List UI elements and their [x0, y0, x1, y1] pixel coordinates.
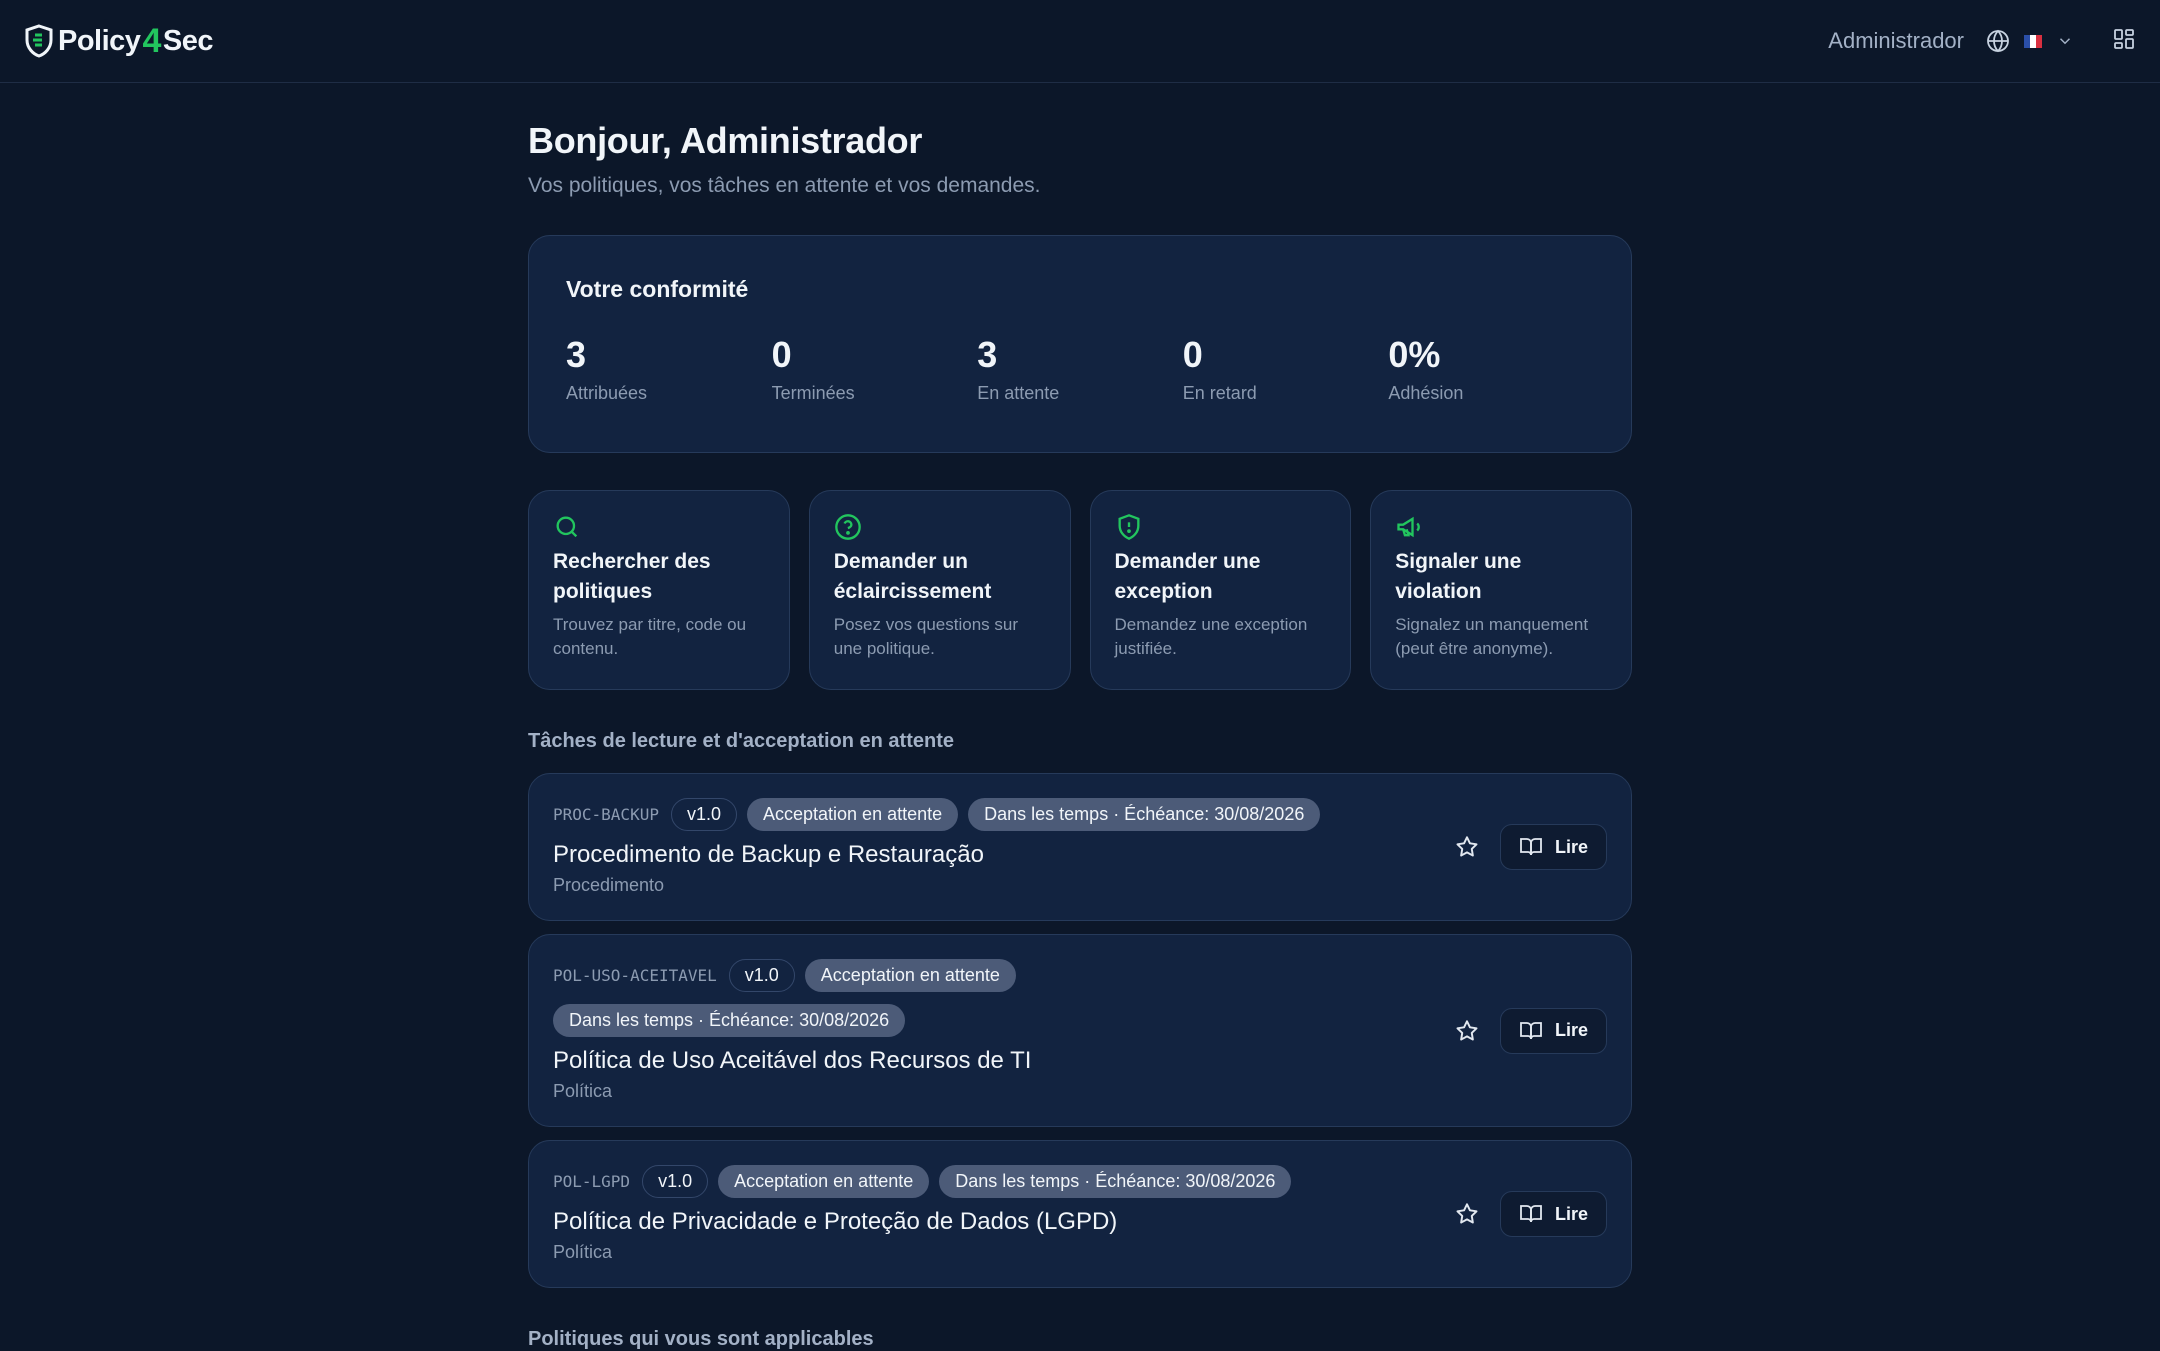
top-bar: Policy 4 Sec Administrador: [0, 0, 2160, 83]
logo-text-4: 4: [142, 21, 161, 60]
stat-label: Adhésion: [1388, 383, 1464, 403]
task-card: POL-LGPD v1.0 Acceptation en attente Dan…: [528, 1140, 1632, 1288]
pending-tasks-title: Tâches de lecture et d'acceptation en at…: [528, 730, 954, 752]
stat-value: 0: [1182, 334, 1203, 375]
help-circle-icon: [834, 514, 861, 540]
stat-label: Attribuées: [566, 383, 648, 403]
task-title[interactable]: Política de Uso Aceitável dos Recursos d…: [553, 1047, 1031, 1075]
action-description: Demandez une exception justifiée.: [1114, 615, 1308, 658]
action-description: Trouvez par titre, code ou contenu.: [553, 615, 747, 658]
task-card: PROC-BACKUP v1.0 Acceptation en attente …: [528, 773, 1632, 921]
language-selector[interactable]: [1986, 29, 2074, 53]
user-name[interactable]: Administrador: [1828, 28, 1964, 54]
action-title: Signaler une violation: [1395, 550, 1522, 603]
status-badge: Acceptation en attente: [747, 798, 959, 831]
book-open-icon: [1520, 838, 1542, 856]
task-title[interactable]: Procedimento de Backup e Restauração: [553, 841, 1320, 869]
shield-logo-icon: [25, 24, 53, 58]
action-request-exception[interactable]: Demander une exception Demandez une exce…: [1089, 490, 1352, 690]
read-button[interactable]: Lire: [1499, 1191, 1607, 1237]
apps-grid-icon[interactable]: [2112, 27, 2136, 56]
megaphone-icon: [1397, 516, 1421, 538]
action-title: Demander un éclaircissement: [833, 550, 992, 603]
action-title: Demander une exception: [1114, 550, 1261, 603]
stat-label: Terminées: [771, 383, 855, 403]
read-button[interactable]: Lire: [1499, 824, 1607, 870]
compliance-title: Votre conformité: [566, 276, 749, 302]
task-type: Procedimento: [553, 875, 665, 895]
stat-label: En retard: [1182, 383, 1257, 403]
status-badge: Acceptation en attente: [718, 1165, 930, 1198]
logo-text-sec: Sec: [162, 24, 214, 57]
stat-pending: 3 En attente: [977, 337, 1183, 404]
read-button-label: Lire: [1554, 1020, 1588, 1040]
search-icon: [556, 516, 578, 538]
read-button[interactable]: Lire: [1499, 1007, 1607, 1054]
version-badge: v1.0: [642, 1165, 709, 1198]
page-subtitle: Vos politiques, vos tâches en attente et…: [528, 174, 1041, 197]
action-report-violation[interactable]: Signaler une violation Signalez un manqu…: [1370, 490, 1632, 690]
action-description: Posez vos questions sur une politique.: [833, 615, 1019, 658]
policy-code: POL-USO-ACEITAVEL: [553, 966, 717, 985]
action-request-clarification[interactable]: Demander un éclaircissement Posez vos qu…: [808, 490, 1071, 690]
book-open-icon: [1520, 1205, 1542, 1223]
read-button-label: Lire: [1554, 1203, 1588, 1224]
compliance-stats: 3 Attribuées 0 Terminées 3 En attente 0 …: [566, 337, 1594, 404]
version-badge: v1.0: [728, 959, 795, 992]
deadline-badge: Dans les temps · Échéance: 30/08/2026: [939, 1165, 1292, 1198]
action-description: Signalez un manquement (peut être anonym…: [1395, 615, 1589, 658]
version-badge: v1.0: [670, 798, 737, 831]
stat-value: 3: [977, 334, 998, 375]
action-title: Rechercher des politiques: [553, 550, 711, 603]
stat-value: 0: [771, 334, 792, 375]
favorite-star-icon[interactable]: [1454, 1018, 1480, 1044]
stat-overdue: 0 En retard: [1183, 337, 1389, 404]
stat-assigned: 3 Attribuées: [566, 337, 772, 404]
book-open-icon: [1520, 1021, 1542, 1039]
logo-text-policy: Policy: [58, 24, 141, 57]
task-type: Política: [553, 1081, 613, 1101]
favorite-star-icon[interactable]: [1454, 834, 1480, 860]
applicable-policies-title: Politiques qui vous sont applicables: [528, 1328, 874, 1350]
stat-value: 0%: [1388, 334, 1441, 375]
main-content: Bonjour, Administrador Vos politiques, v…: [528, 83, 1632, 1351]
read-button-label: Lire: [1554, 836, 1588, 857]
status-badge: Acceptation en attente: [804, 959, 1016, 992]
task-title[interactable]: Política de Privacidade e Proteção de Da…: [553, 1208, 1291, 1236]
page-title: Bonjour, Administrador: [528, 120, 923, 161]
policy-code: POL-LGPD: [553, 1172, 631, 1191]
pending-tasks-list: PROC-BACKUP v1.0 Acceptation en attente …: [528, 773, 1632, 1288]
action-search-policies[interactable]: Rechercher des politiques Trouvez par ti…: [528, 490, 790, 690]
deadline-badge: Dans les temps · Échéance: 30/08/2026: [553, 1004, 906, 1037]
quick-actions: Rechercher des politiques Trouvez par ti…: [528, 490, 1632, 690]
globe-icon: [1987, 29, 2009, 53]
compliance-card: Votre conformité 3 Attribuées 0 Terminée…: [528, 235, 1632, 453]
stat-value: 3: [566, 334, 587, 375]
stat-completed: 0 Terminées: [772, 337, 978, 404]
stat-label: En attente: [977, 383, 1060, 403]
policy-code: PROC-BACKUP: [553, 805, 659, 824]
shield-alert-icon: [1118, 514, 1139, 540]
france-flag-icon: [2024, 34, 2042, 48]
app-logo[interactable]: Policy 4 Sec: [24, 22, 213, 61]
task-card: POL-USO-ACEITAVEL v1.0 Acceptation en at…: [528, 934, 1632, 1127]
stat-adherence: 0% Adhésion: [1388, 337, 1594, 404]
chevron-down-icon: [2059, 38, 2071, 45]
task-type: Política: [553, 1242, 613, 1262]
deadline-badge: Dans les temps · Échéance: 30/08/2026: [968, 798, 1321, 831]
favorite-star-icon[interactable]: [1454, 1201, 1480, 1227]
